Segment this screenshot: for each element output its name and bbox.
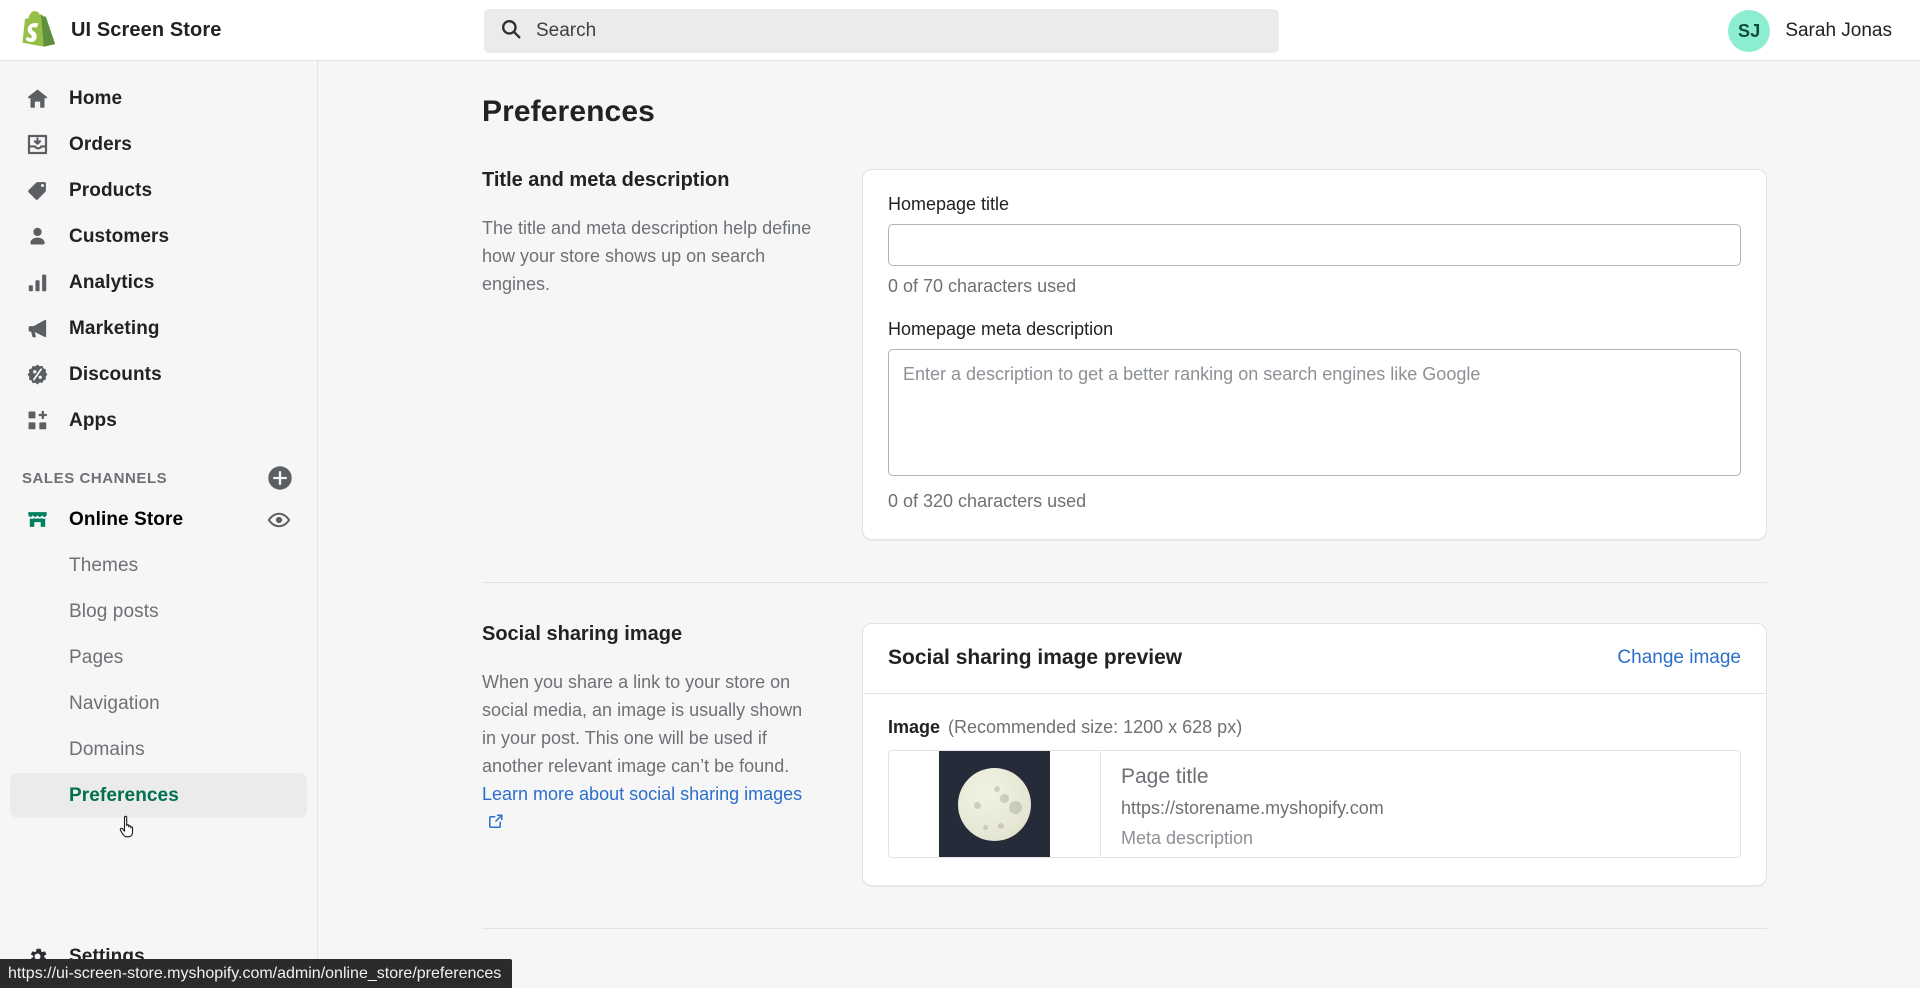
main-content: Preferences Title and meta description T…: [319, 61, 1920, 988]
homepage-title-label: Homepage title: [888, 194, 1010, 214]
sidebar-subitem-label: Preferences: [69, 784, 179, 806]
sidebar: Home Orders Products Customers Analytics…: [0, 61, 318, 988]
status-bar-url: https://ui-screen-store.myshopify.com/ad…: [0, 959, 513, 988]
apps-grid-plus-icon: [25, 408, 50, 433]
section-description: The title and meta description help defi…: [482, 218, 812, 294]
page-title: Preferences: [482, 95, 655, 128]
sales-channels-header: SALES CHANNELS: [22, 465, 293, 491]
homepage-meta-textarea[interactable]: [888, 349, 1741, 476]
sidebar-item-customers[interactable]: Customers: [10, 214, 307, 259]
sidebar-subitem-label: Domains: [69, 738, 145, 760]
section-title-meta: Title and meta description The title and…: [482, 129, 1767, 540]
avatar: SJ: [1728, 10, 1771, 52]
homepage-meta-label: Homepage meta description: [888, 319, 1114, 339]
external-link-icon: [488, 809, 504, 837]
sales-channels-title: SALES CHANNELS: [22, 469, 168, 487]
sidebar-subitem-label: Themes: [69, 554, 139, 576]
social-preview-text: Page title https://storename.myshopify.c…: [1101, 751, 1404, 857]
sidebar-item-apps[interactable]: Apps: [10, 398, 307, 443]
sidebar-item-label: Apps: [69, 409, 117, 431]
image-meta-row: Image (Recommended size: 1200 x 628 px): [888, 717, 1741, 738]
section-heading: Social sharing image: [482, 623, 683, 645]
social-card-header: Social sharing image preview Change imag…: [863, 624, 1766, 694]
seo-card: Homepage title 0 of 70 characters used H…: [862, 169, 1767, 540]
search-input-placeholder: Search: [536, 20, 597, 41]
customers-person-icon: [25, 224, 50, 249]
sidebar-item-blog-posts[interactable]: Blog posts: [10, 589, 307, 634]
section-description-column: Title and meta description The title and…: [482, 169, 862, 540]
sidebar-item-label: Marketing: [69, 317, 160, 339]
sidebar-scroll-area: Home Orders Products Customers Analytics…: [0, 61, 317, 925]
social-card-body: Image (Recommended size: 1200 x 628 px): [863, 694, 1766, 885]
learn-more-link[interactable]: Learn more about social sharing images: [482, 784, 802, 804]
section-description-column: Social sharing image When you share a li…: [482, 623, 862, 886]
user-name: Sarah Jonas: [1785, 20, 1892, 41]
sidebar-item-analytics[interactable]: Analytics: [10, 260, 307, 305]
social-sharing-card: Social sharing image preview Change imag…: [862, 623, 1767, 886]
brand-area[interactable]: UI Screen Store: [0, 0, 318, 60]
sidebar-item-online-store[interactable]: Online Store: [10, 497, 307, 542]
preview-meta-description: Meta description: [1121, 828, 1254, 848]
sidebar-item-label: Customers: [69, 225, 170, 247]
section-social-sharing: Social sharing image When you share a li…: [482, 583, 1767, 886]
search-icon: [500, 18, 522, 45]
sidebar-item-orders[interactable]: Orders: [10, 122, 307, 167]
sidebar-item-themes[interactable]: Themes: [10, 543, 307, 588]
home-icon: [25, 86, 50, 111]
sidebar-item-label: Orders: [69, 133, 132, 155]
homepage-meta-counter: 0 of 320 characters used: [888, 491, 1087, 511]
image-label: Image: [888, 717, 941, 737]
social-card-title: Social sharing image preview: [888, 646, 1183, 669]
sidebar-subitem-label: Blog posts: [69, 600, 159, 622]
sidebar-item-home[interactable]: Home: [10, 76, 307, 121]
search-bar[interactable]: Search: [484, 9, 1279, 53]
moon-graphic: [958, 767, 1031, 841]
sidebar-subitem-label: Pages: [69, 646, 124, 668]
image-size-hint: (Recommended size: 1200 x 628 px): [948, 717, 1243, 737]
section-description-text: When you share a link to your store on s…: [482, 672, 803, 776]
sidebar-item-discounts[interactable]: Discounts: [10, 352, 307, 397]
sidebar-item-products[interactable]: Products: [10, 168, 307, 213]
preview-url: https://storename.myshopify.com: [1121, 798, 1384, 818]
brand-name: UI Screen Store: [71, 18, 222, 41]
sidebar-item-label: Home: [69, 87, 123, 109]
top-bar: UI Screen Store Search SJ Sarah Jonas: [0, 0, 1920, 61]
section-heading: Title and meta description: [482, 169, 730, 191]
change-image-button[interactable]: Change image: [1617, 647, 1741, 669]
marketing-megaphone-icon: [25, 316, 50, 341]
sidebar-subitem-label: Navigation: [69, 692, 160, 714]
homepage-title-input[interactable]: [888, 224, 1741, 266]
sidebar-item-label: Analytics: [69, 271, 155, 293]
online-store-icon: [25, 507, 50, 532]
sidebar-item-label: Online Store: [69, 508, 184, 530]
user-menu[interactable]: SJ Sarah Jonas: [1722, 9, 1898, 53]
moon-photo-thumbnail[interactable]: [889, 751, 1101, 857]
sidebar-item-navigation[interactable]: Navigation: [10, 681, 307, 726]
products-tag-icon: [25, 178, 50, 203]
social-preview-box: Page title https://storename.myshopify.c…: [888, 750, 1741, 858]
analytics-bars-icon: [25, 270, 50, 295]
sidebar-item-label: Products: [69, 179, 153, 201]
homepage-title-counter: 0 of 70 characters used: [888, 276, 1077, 296]
sidebar-item-domains[interactable]: Domains: [10, 727, 307, 772]
sidebar-item-preferences[interactable]: Preferences: [10, 773, 307, 818]
sidebar-item-label: Discounts: [69, 363, 162, 385]
discounts-percent-icon: [25, 362, 50, 387]
sidebar-item-pages[interactable]: Pages: [10, 635, 307, 680]
sidebar-item-marketing[interactable]: Marketing: [10, 306, 307, 351]
section-description: When you share a link to your store on s…: [482, 668, 812, 837]
section-divider-bottom: [482, 928, 1767, 929]
orders-inbox-icon: [25, 132, 50, 157]
preview-page-title: Page title: [1121, 765, 1209, 788]
shopify-bag-logo-icon: [22, 11, 56, 49]
eye-icon[interactable]: [267, 508, 291, 537]
plus-circle-icon[interactable]: [267, 465, 293, 491]
